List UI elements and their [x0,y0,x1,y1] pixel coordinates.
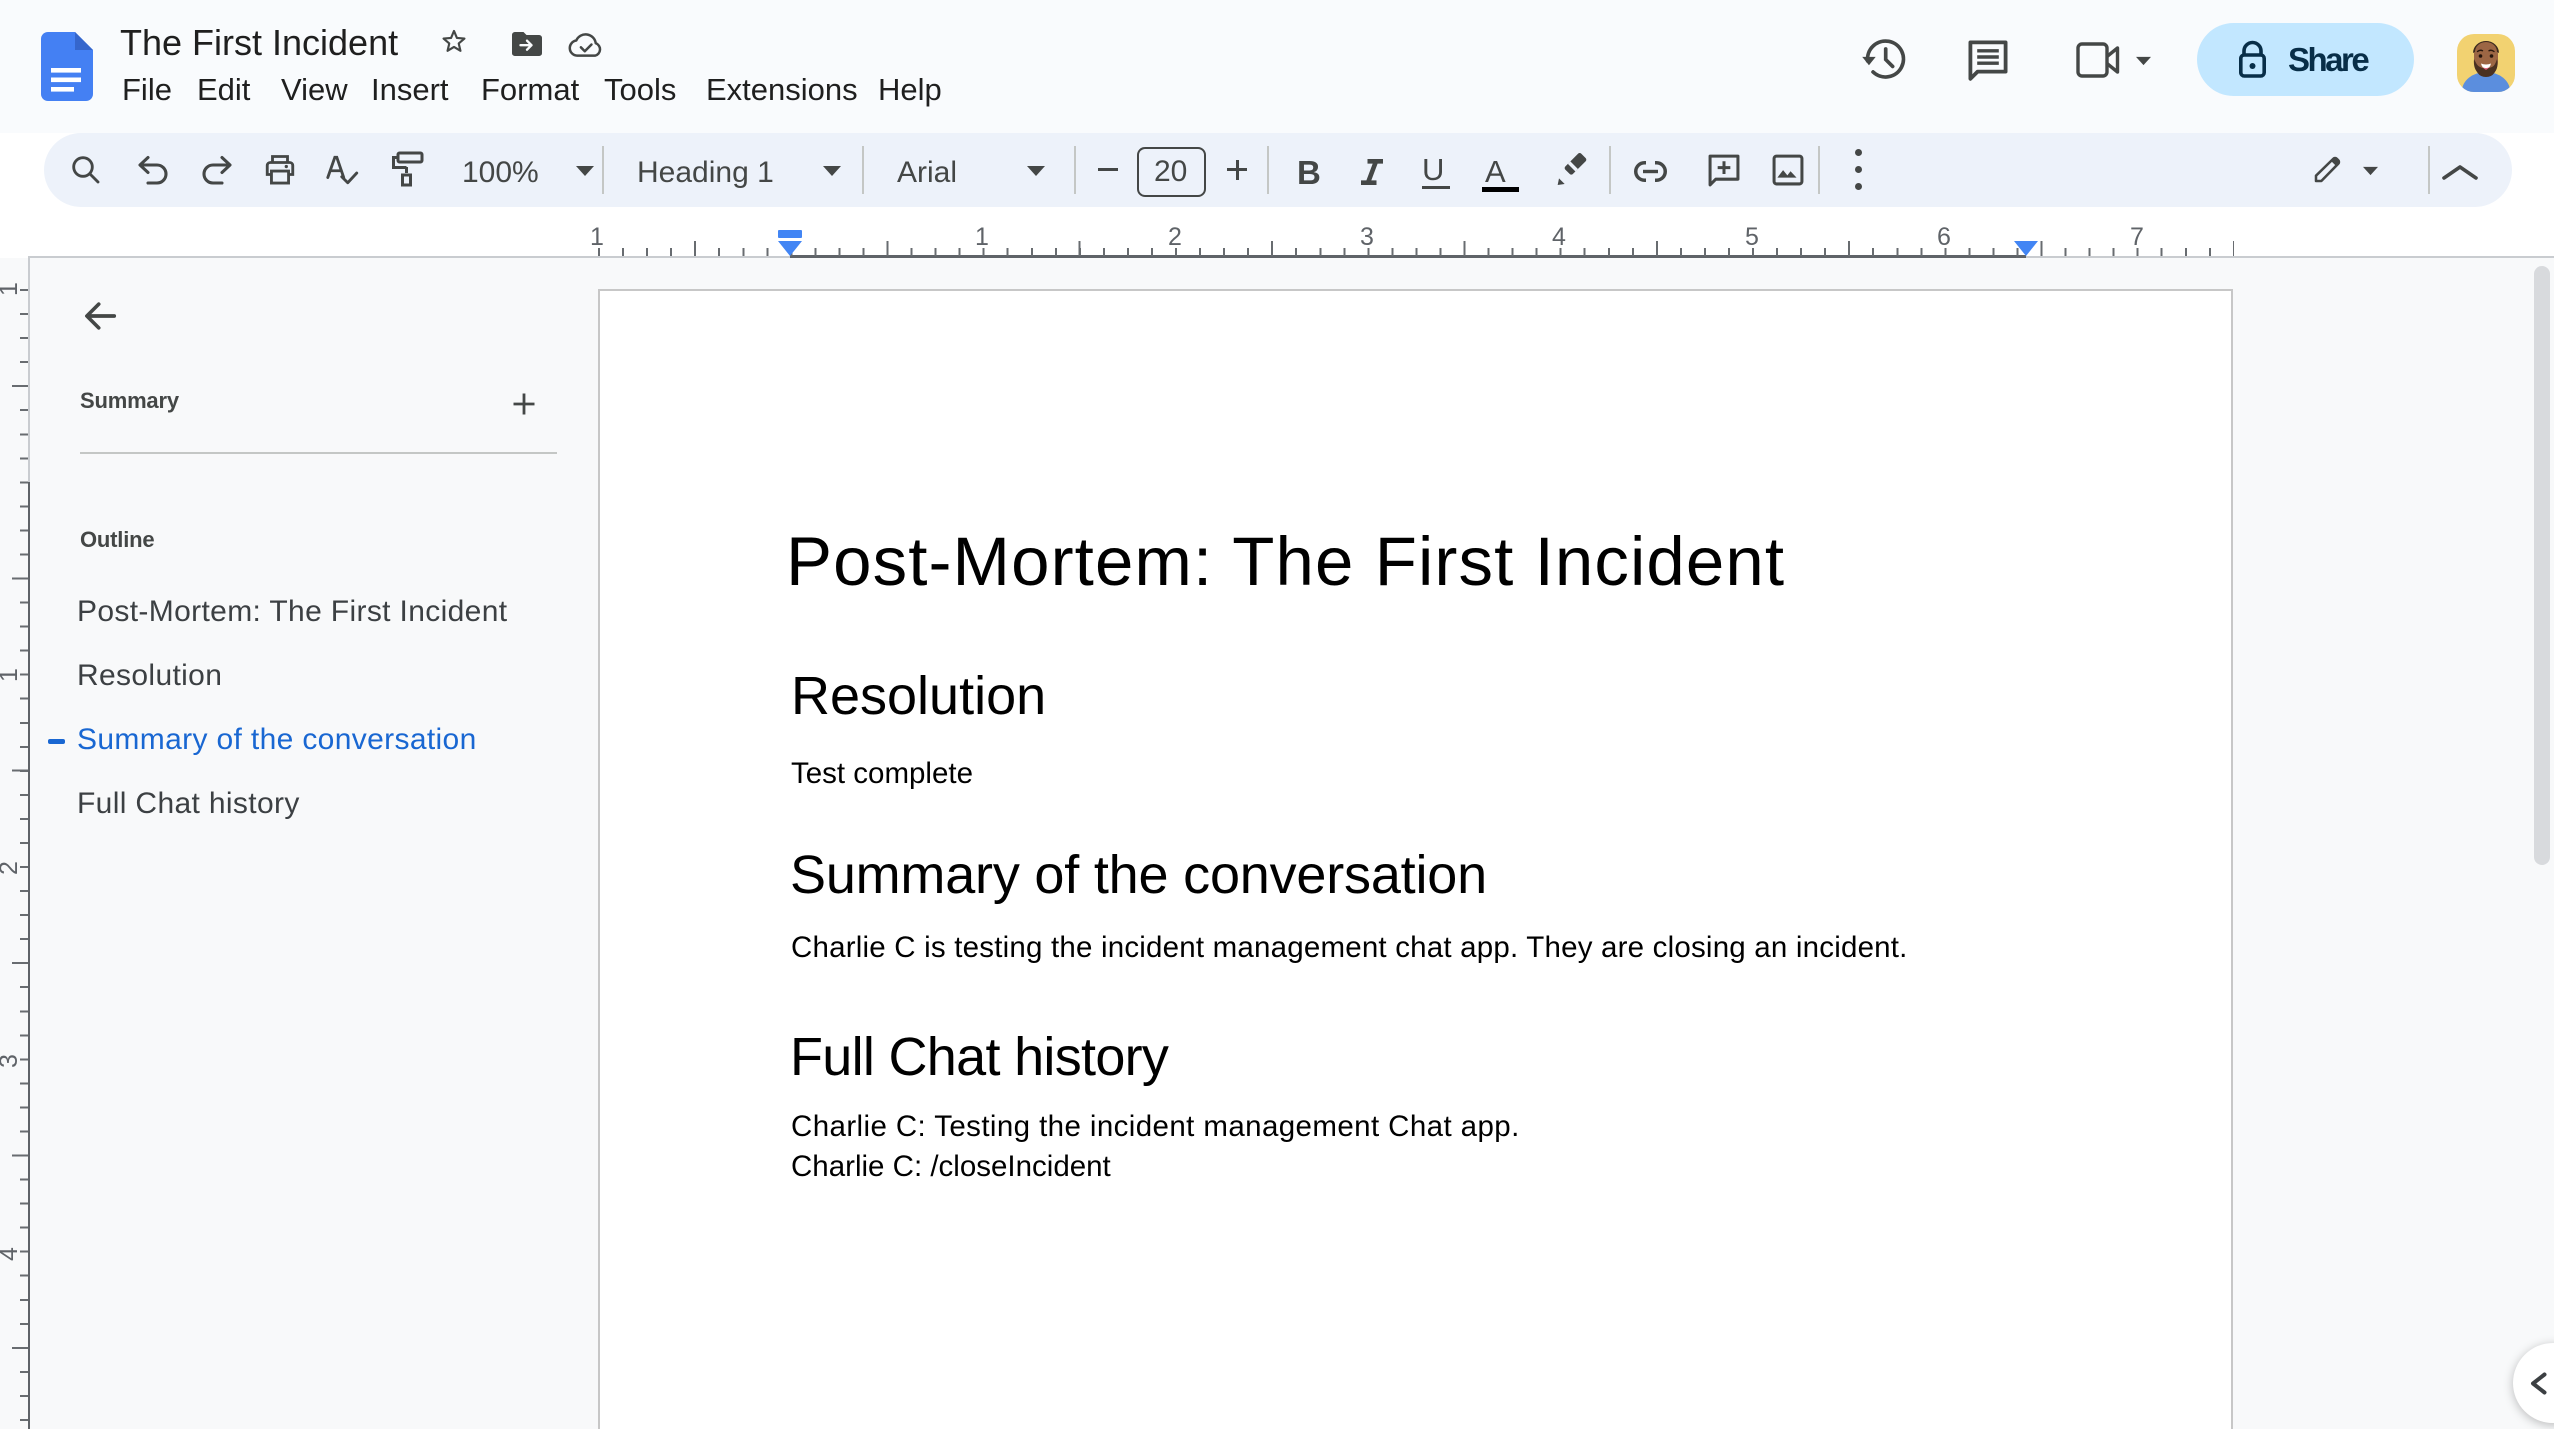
svg-text:2: 2 [0,861,23,875]
svg-text:4: 4 [0,1247,23,1261]
svg-text:3: 3 [0,1054,23,1068]
svg-text:1: 1 [0,282,23,296]
svg-text:1: 1 [0,668,23,682]
